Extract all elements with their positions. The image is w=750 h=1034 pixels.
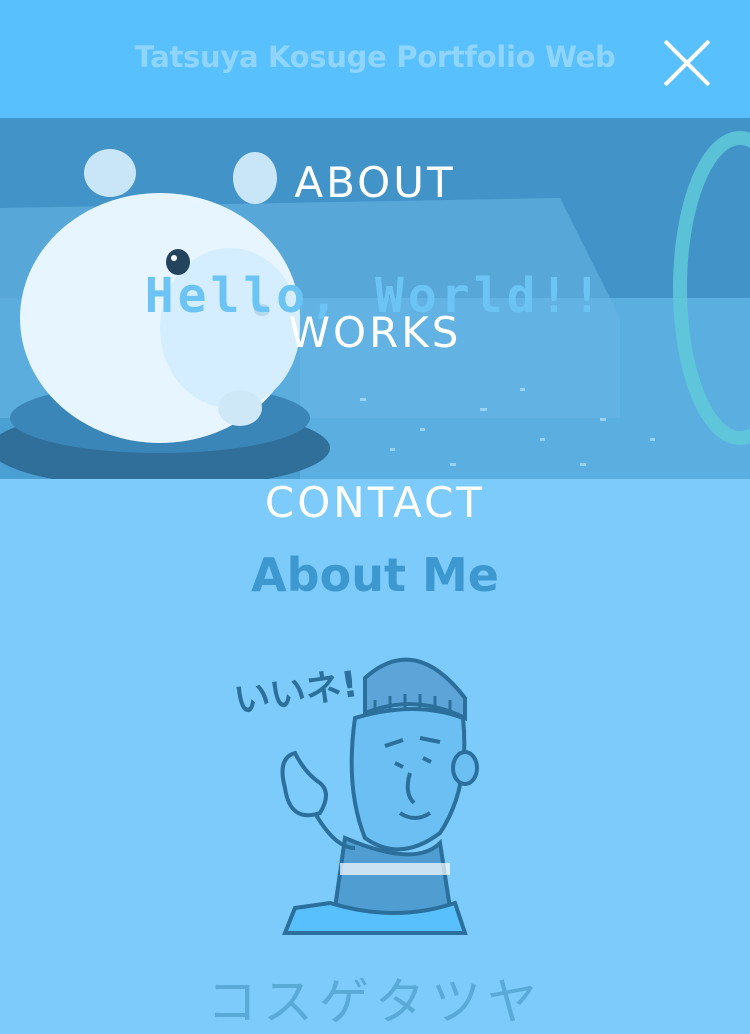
close-icon[interactable] (662, 38, 712, 88)
menu-item-about[interactable]: ABOUT (0, 158, 750, 207)
menu-item-works[interactable]: WORKS (0, 308, 750, 357)
navigation-menu-overlay: ABOUT WORKS CONTACT (0, 0, 750, 998)
menu-item-contact[interactable]: CONTACT (0, 478, 750, 527)
